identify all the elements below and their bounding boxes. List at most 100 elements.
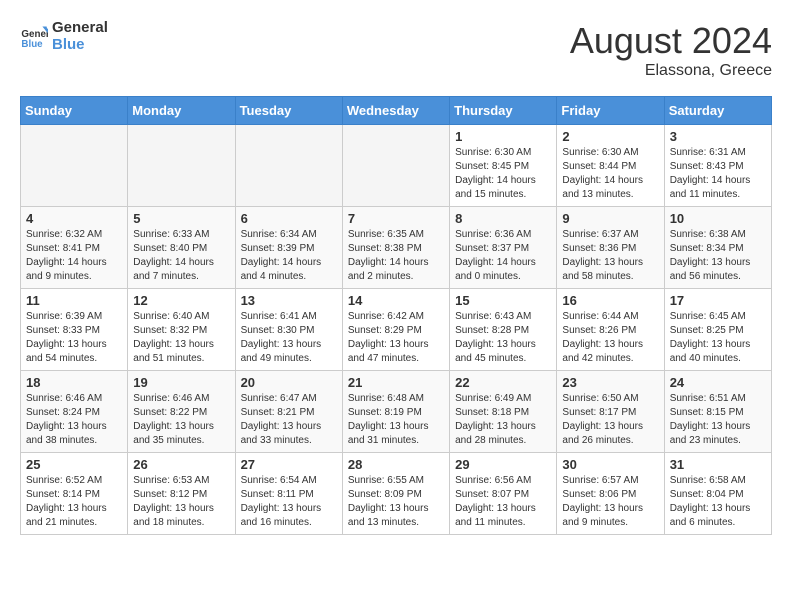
title-block: August 2024 Elassona, Greece (570, 20, 772, 80)
calendar-cell: 29Sunrise: 6:56 AM Sunset: 8:07 PM Dayli… (450, 453, 557, 535)
calendar-cell: 3 Sunrise: 6:31 AM Sunset: 8:43 PM Daylig… (664, 125, 771, 207)
calendar-cell: 26Sunrise: 6:53 AM Sunset: 8:12 PM Dayli… (128, 453, 235, 535)
day-number: 7 (348, 211, 444, 226)
day-number: 5 (133, 211, 229, 226)
day-info: Sunrise: 6:46 AM Sunset: 8:24 PM Dayligh… (26, 392, 122, 448)
calendar-week-1: 1Sunrise: 6:30 AM Sunset: 8:45 PM Daylig… (21, 125, 772, 207)
calendar-cell: 22Sunrise: 6:49 AM Sunset: 8:18 PM Dayli… (450, 371, 557, 453)
day-info: Sunrise: 6:30 AM Sunset: 8:44 PM Dayligh… (562, 146, 658, 202)
header-row: SundayMondayTuesdayWednesdayThursdayFrid… (21, 97, 772, 125)
day-number: 2 (562, 129, 658, 144)
day-info: Sunrise: 6:51 AM Sunset: 8:15 PM Dayligh… (670, 392, 766, 448)
day-number: 22 (455, 375, 551, 390)
month-year-title: August 2024 (570, 20, 772, 62)
calendar-cell: 9 Sunrise: 6:37 AM Sunset: 8:36 PM Daylig… (557, 207, 664, 289)
day-number: 26 (133, 457, 229, 472)
day-number: 10 (670, 211, 766, 226)
day-number: 30 (562, 457, 658, 472)
calendar-table: SundayMondayTuesdayWednesdayThursdayFrid… (20, 96, 772, 535)
day-info: Sunrise: 6:58 AM Sunset: 8:04 PM Dayligh… (670, 474, 766, 530)
day-info: Sunrise: 6:43 AM Sunset: 8:28 PM Dayligh… (455, 310, 551, 366)
day-number: 28 (348, 457, 444, 472)
day-number: 27 (241, 457, 337, 472)
day-info: Sunrise: 6:54 AM Sunset: 8:11 PM Dayligh… (241, 474, 337, 530)
day-number: 16 (562, 293, 658, 308)
calendar-cell: 25 Sunrise: 6:52 AM Sunset: 8:14 PM Dayli… (21, 453, 128, 535)
day-info: Sunrise: 6:52 AM Sunset: 8:14 PM Dayligh… (26, 474, 122, 530)
day-info: Sunrise: 6:38 AM Sunset: 8:34 PM Dayligh… (670, 228, 766, 284)
col-header-sunday: Sunday (21, 97, 128, 125)
calendar-cell (21, 125, 128, 207)
day-number: 9 (562, 211, 658, 226)
calendar-cell: 21 Sunrise: 6:48 AM Sunset: 8:19 PM Dayli… (342, 371, 449, 453)
calendar-week-4: 18 Sunrise: 6:46 AM Sunset: 8:24 PM Dayli… (21, 371, 772, 453)
day-info: Sunrise: 6:37 AM Sunset: 8:36 PM Dayligh… (562, 228, 658, 284)
calendar-cell: 30 Sunrise: 6:57 AM Sunset: 8:06 PM Dayli… (557, 453, 664, 535)
col-header-saturday: Saturday (664, 97, 771, 125)
day-number: 23 (562, 375, 658, 390)
day-number: 31 (670, 457, 766, 472)
day-info: Sunrise: 6:32 AM Sunset: 8:41 PM Dayligh… (26, 228, 122, 284)
col-header-tuesday: Tuesday (235, 97, 342, 125)
day-number: 25 (26, 457, 122, 472)
svg-text:Blue: Blue (21, 38, 43, 49)
day-info: Sunrise: 6:55 AM Sunset: 8:09 PM Dayligh… (348, 474, 444, 530)
calendar-cell: 8 Sunrise: 6:36 AM Sunset: 8:37 PM Daylig… (450, 207, 557, 289)
calendar-week-5: 25 Sunrise: 6:52 AM Sunset: 8:14 PM Dayli… (21, 453, 772, 535)
day-number: 18 (26, 375, 122, 390)
calendar-cell: 24Sunrise: 6:51 AM Sunset: 8:15 PM Dayli… (664, 371, 771, 453)
calendar-cell: 5 Sunrise: 6:33 AM Sunset: 8:40 PM Daylig… (128, 207, 235, 289)
col-header-monday: Monday (128, 97, 235, 125)
location-subtitle: Elassona, Greece (570, 62, 772, 80)
day-info: Sunrise: 6:50 AM Sunset: 8:17 PM Dayligh… (562, 392, 658, 448)
day-info: Sunrise: 6:41 AM Sunset: 8:30 PM Dayligh… (241, 310, 337, 366)
day-info: Sunrise: 6:40 AM Sunset: 8:32 PM Dayligh… (133, 310, 229, 366)
calendar-cell (128, 125, 235, 207)
day-info: Sunrise: 6:56 AM Sunset: 8:07 PM Dayligh… (455, 474, 551, 530)
calendar-cell: 4 Sunrise: 6:32 AM Sunset: 8:41 PM Daylig… (21, 207, 128, 289)
calendar-cell: 17Sunrise: 6:45 AM Sunset: 8:25 PM Dayli… (664, 289, 771, 371)
day-info: Sunrise: 6:48 AM Sunset: 8:19 PM Dayligh… (348, 392, 444, 448)
calendar-cell: 1Sunrise: 6:30 AM Sunset: 8:45 PM Daylig… (450, 125, 557, 207)
day-info: Sunrise: 6:31 AM Sunset: 8:43 PM Dayligh… (670, 146, 766, 202)
col-header-friday: Friday (557, 97, 664, 125)
day-info: Sunrise: 6:46 AM Sunset: 8:22 PM Dayligh… (133, 392, 229, 448)
day-number: 19 (133, 375, 229, 390)
day-number: 8 (455, 211, 551, 226)
calendar-cell (342, 125, 449, 207)
calendar-cell: 23 Sunrise: 6:50 AM Sunset: 8:17 PM Dayli… (557, 371, 664, 453)
calendar-cell: 6 Sunrise: 6:34 AM Sunset: 8:39 PM Daylig… (235, 207, 342, 289)
logo-text-general: General (52, 20, 108, 37)
day-info: Sunrise: 6:42 AM Sunset: 8:29 PM Dayligh… (348, 310, 444, 366)
day-number: 21 (348, 375, 444, 390)
day-number: 13 (241, 293, 337, 308)
day-number: 17 (670, 293, 766, 308)
calendar-cell: 16 Sunrise: 6:44 AM Sunset: 8:26 PM Dayli… (557, 289, 664, 371)
day-number: 14 (348, 293, 444, 308)
day-info: Sunrise: 6:33 AM Sunset: 8:40 PM Dayligh… (133, 228, 229, 284)
day-number: 15 (455, 293, 551, 308)
calendar-cell: 14 Sunrise: 6:42 AM Sunset: 8:29 PM Dayli… (342, 289, 449, 371)
calendar-cell: 27 Sunrise: 6:54 AM Sunset: 8:11 PM Dayli… (235, 453, 342, 535)
calendar-week-2: 4 Sunrise: 6:32 AM Sunset: 8:41 PM Daylig… (21, 207, 772, 289)
calendar-cell: 15 Sunrise: 6:43 AM Sunset: 8:28 PM Dayli… (450, 289, 557, 371)
calendar-cell: 11Sunrise: 6:39 AM Sunset: 8:33 PM Dayli… (21, 289, 128, 371)
calendar-cell: 31 Sunrise: 6:58 AM Sunset: 8:04 PM Dayli… (664, 453, 771, 535)
day-info: Sunrise: 6:39 AM Sunset: 8:33 PM Dayligh… (26, 310, 122, 366)
calendar-cell: 19 Sunrise: 6:46 AM Sunset: 8:22 PM Dayli… (128, 371, 235, 453)
logo: General Blue General Blue (20, 20, 108, 53)
calendar-cell: 12 Sunrise: 6:40 AM Sunset: 8:32 PM Dayli… (128, 289, 235, 371)
day-info: Sunrise: 6:57 AM Sunset: 8:06 PM Dayligh… (562, 474, 658, 530)
day-number: 3 (670, 129, 766, 144)
day-number: 6 (241, 211, 337, 226)
logo-text-blue: Blue (52, 37, 108, 54)
day-number: 4 (26, 211, 122, 226)
day-info: Sunrise: 6:30 AM Sunset: 8:45 PM Dayligh… (455, 146, 551, 202)
day-number: 12 (133, 293, 229, 308)
day-info: Sunrise: 6:44 AM Sunset: 8:26 PM Dayligh… (562, 310, 658, 366)
calendar-cell: 28 Sunrise: 6:55 AM Sunset: 8:09 PM Dayli… (342, 453, 449, 535)
day-info: Sunrise: 6:34 AM Sunset: 8:39 PM Dayligh… (241, 228, 337, 284)
day-info: Sunrise: 6:36 AM Sunset: 8:37 PM Dayligh… (455, 228, 551, 284)
calendar-cell: 20Sunrise: 6:47 AM Sunset: 8:21 PM Dayli… (235, 371, 342, 453)
logo-icon: General Blue (20, 23, 48, 51)
